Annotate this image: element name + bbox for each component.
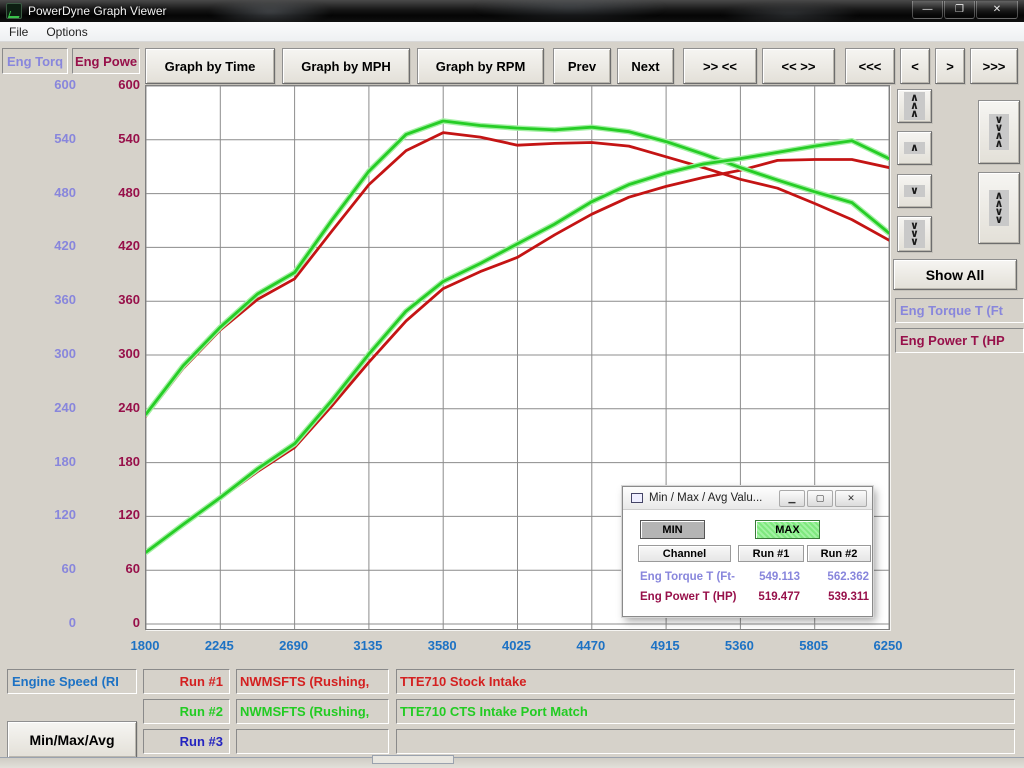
compress-vertical-button[interactable]: ∨∨∧∧ <box>978 100 1020 164</box>
torque-channel-label: Eng Torque T (Ft <box>895 298 1024 323</box>
y-tick-torque-360: 360 <box>18 292 76 308</box>
power-row-channel: Eng Power T (HP) <box>640 591 736 603</box>
y-tick-torque-120: 120 <box>18 507 76 523</box>
dialog-icon <box>631 493 643 503</box>
run1-column-header[interactable]: Run #1 <box>738 545 804 562</box>
x-tick-4025: 4025 <box>480 638 554 654</box>
torque-channel-tab[interactable]: Eng Torq <box>2 48 68 74</box>
dialog-title: Min / Max / Avg Valu... <box>649 492 777 504</box>
menu-file[interactable]: File <box>0 23 37 41</box>
scale-down-fast-button[interactable]: ∨∨∨ <box>897 216 932 252</box>
run1-description-field[interactable]: TTE710 Stock Intake <box>396 669 1015 694</box>
y-tick-torque-300: 300 <box>18 346 76 362</box>
x-tick-1800: 1800 <box>108 638 182 654</box>
status-bar <box>0 757 1024 768</box>
minimize-button[interactable]: — <box>912 1 943 19</box>
scale-up-fast-button[interactable]: ∧∧∧ <box>897 89 932 123</box>
close-button[interactable]: ✕ <box>976 1 1018 19</box>
y-tick-power-240: 240 <box>84 400 140 416</box>
x-tick-4470: 4470 <box>554 638 628 654</box>
menu-bar: File Options <box>0 22 1024 42</box>
x-tick-6250: 6250 <box>851 638 925 654</box>
menu-options[interactable]: Options <box>37 23 96 41</box>
app-icon <box>6 3 22 19</box>
run2-description-field[interactable]: TTE710 CTS Intake Port Match <box>396 699 1015 724</box>
run3-label: Run #3 <box>143 729 230 754</box>
torque-row-channel: Eng Torque T (Ft- <box>640 571 735 583</box>
graph-by-mph-button[interactable]: Graph by MPH <box>282 48 410 84</box>
x-tick-2245: 2245 <box>182 638 256 654</box>
power-channel-tab[interactable]: Eng Powe <box>72 48 140 74</box>
y-tick-torque-60: 60 <box>18 561 76 577</box>
power-run1-max: 519.477 <box>738 591 800 603</box>
y-tick-power-120: 120 <box>84 507 140 523</box>
zoom-in-button[interactable]: >> << <box>683 48 757 84</box>
y-tick-torque-180: 180 <box>18 454 76 470</box>
y-tick-power-0: 0 <box>84 615 140 631</box>
run3-description-field[interactable] <box>396 729 1015 754</box>
scroll-right-button[interactable]: > <box>935 48 965 84</box>
graph-by-time-button[interactable]: Graph by Time <box>145 48 275 84</box>
run3-comment-field[interactable] <box>236 729 389 754</box>
y-tick-power-540: 540 <box>84 131 140 147</box>
x-tick-4915: 4915 <box>628 638 702 654</box>
graph-by-rpm-button[interactable]: Graph by RPM <box>417 48 544 84</box>
x-tick-5805: 5805 <box>777 638 851 654</box>
x-tick-5360: 5360 <box>702 638 776 654</box>
y-tick-power-420: 420 <box>84 238 140 254</box>
torque-run2-max: 562.362 <box>807 571 869 583</box>
y-tick-power-300: 300 <box>84 346 140 362</box>
x-tick-3580: 3580 <box>405 638 479 654</box>
scale-up-button[interactable]: ∧ <box>897 131 932 165</box>
scroll-far-right-button[interactable]: >>> <box>970 48 1018 84</box>
x-tick-2690: 2690 <box>257 638 331 654</box>
y-tick-torque-600: 600 <box>18 77 76 93</box>
y-tick-power-600: 600 <box>84 77 140 93</box>
run1-label: Run #1 <box>143 669 230 694</box>
powerdyne-window: PowerDyne Graph Viewer — ❐ ✕ File Option… <box>0 0 1024 768</box>
run2-label: Run #2 <box>143 699 230 724</box>
scale-down-button[interactable]: ∨ <box>897 174 932 208</box>
dialog-close-button[interactable]: ✕ <box>835 490 867 507</box>
scroll-left-button[interactable]: < <box>900 48 930 84</box>
power-channel-label: Eng Power T (HP <box>895 328 1024 353</box>
show-all-button[interactable]: Show All <box>893 259 1017 290</box>
torque-run1-max: 549.113 <box>738 571 800 583</box>
zoom-out-button[interactable]: << >> <box>762 48 835 84</box>
channel-column-header[interactable]: Channel <box>638 545 731 562</box>
y-tick-power-480: 480 <box>84 185 140 201</box>
window-title: PowerDyne Graph Viewer <box>28 4 167 18</box>
y-tick-torque-0: 0 <box>18 615 76 631</box>
y-tick-torque-240: 240 <box>18 400 76 416</box>
y-tick-torque-480: 480 <box>18 185 76 201</box>
y-tick-torque-540: 540 <box>18 131 76 147</box>
title-bar: PowerDyne Graph Viewer — ❐ ✕ <box>0 0 1024 22</box>
y-tick-power-360: 360 <box>84 292 140 308</box>
max-toggle-button[interactable]: MAX <box>755 520 820 539</box>
minmax-dialog-titlebar[interactable]: Min / Max / Avg Valu... ▁ ▢ ✕ <box>623 487 872 510</box>
power-run2-max: 539.311 <box>807 591 869 603</box>
expand-vertical-button[interactable]: ∧∧∨∨ <box>978 172 1020 244</box>
minmax-dialog: Min / Max / Avg Valu... ▁ ▢ ✕ MIN MAX Ch… <box>622 486 873 617</box>
scroll-far-left-button[interactable]: <<< <box>845 48 895 84</box>
taskbar-peek-tab <box>372 755 454 764</box>
run2-comment-field[interactable]: NWMSFTS (Rushing, <box>236 699 389 724</box>
dialog-restore-button[interactable]: ▢ <box>807 490 833 507</box>
y-tick-torque-420: 420 <box>18 238 76 254</box>
y-tick-power-60: 60 <box>84 561 140 577</box>
next-button[interactable]: Next <box>617 48 674 84</box>
minmax-avg-button[interactable]: Min/Max/Avg <box>7 721 137 758</box>
y-tick-power-180: 180 <box>84 454 140 470</box>
dialog-minimize-button[interactable]: ▁ <box>779 490 805 507</box>
titlebar-glass-reflection <box>150 0 910 22</box>
min-toggle-button[interactable]: MIN <box>640 520 705 539</box>
prev-button[interactable]: Prev <box>553 48 611 84</box>
x-axis-channel-label: Engine Speed (RI <box>7 669 137 694</box>
x-tick-3135: 3135 <box>331 638 405 654</box>
run1-comment-field[interactable]: NWMSFTS (Rushing, <box>236 669 389 694</box>
maximize-button[interactable]: ❐ <box>944 1 975 19</box>
run2-column-header[interactable]: Run #2 <box>807 545 871 562</box>
